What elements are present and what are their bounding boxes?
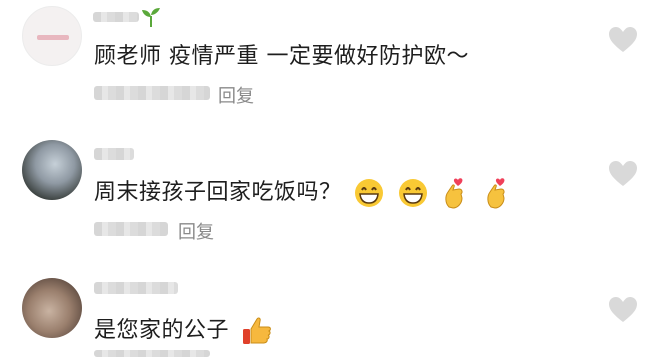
avatar[interactable] [22, 278, 82, 338]
heart-icon[interactable] [608, 26, 638, 53]
avatar[interactable] [22, 140, 82, 200]
timestamp [94, 222, 168, 236]
username[interactable] [94, 282, 178, 294]
sprout-icon [142, 8, 160, 27]
crossed-fingers-heart-icon [445, 178, 463, 209]
crossed-fingers-heart-icon [486, 178, 505, 209]
comment-text-row: 周末接孩子回家吃饭吗？ [94, 174, 512, 209]
username[interactable] [94, 148, 134, 160]
comment-item: 周末接孩子回家吃饭吗？ 回复 [0, 110, 660, 250]
reply-button[interactable]: 回复 [178, 218, 214, 244]
heart-icon[interactable] [608, 296, 638, 323]
comment-text: 顾老师 疫情严重 一定要做好防护欧～ [94, 44, 469, 69]
username[interactable] [93, 12, 139, 22]
comment-text-row: 是您家的公子 [94, 312, 273, 347]
comment-item: 是您家的公子 [0, 250, 660, 357]
grinning-face-icon [398, 179, 427, 207]
avatar[interactable] [22, 6, 82, 66]
thumbs-up-icon [242, 317, 271, 344]
heart-icon[interactable] [608, 160, 638, 187]
timestamp [94, 350, 210, 357]
timestamp [94, 86, 210, 100]
comment-item: 顾老师 疫情严重 一定要做好防护欧～ 回复 [0, 0, 660, 110]
comment-text: 周末接孩子回家吃饭吗？ [94, 180, 342, 205]
grinning-face-icon [355, 179, 384, 207]
comment-text: 是您家的公子 [94, 318, 230, 343]
reply-button[interactable]: 回复 [218, 82, 254, 108]
